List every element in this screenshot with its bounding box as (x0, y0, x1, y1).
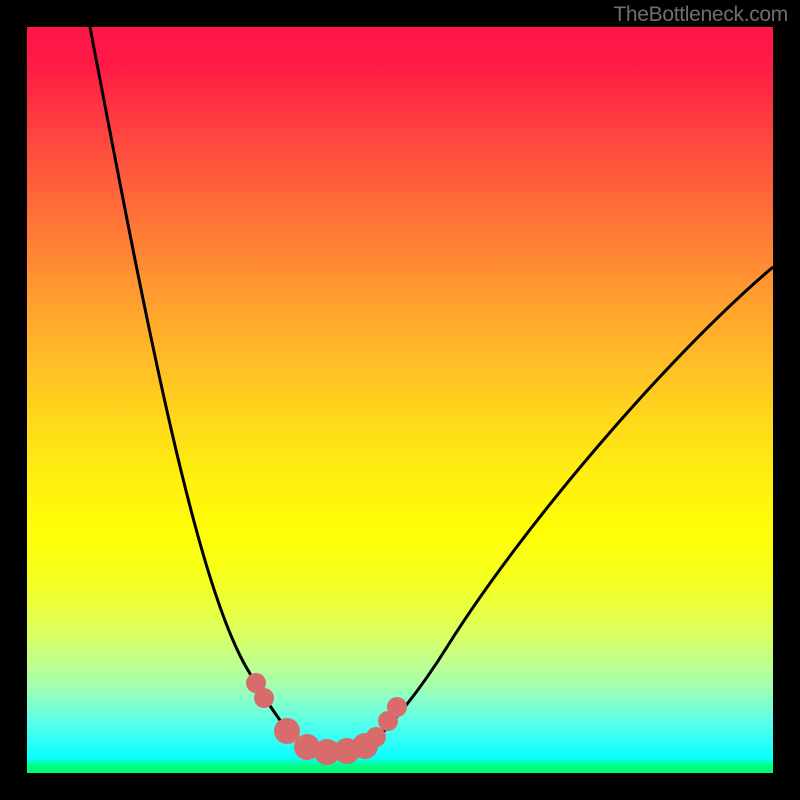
attribution-text: TheBottleneck.com (613, 3, 788, 27)
marker-dot (366, 727, 386, 747)
marker-group (246, 673, 407, 765)
curve-right (365, 267, 773, 748)
chart-svg (27, 27, 773, 773)
marker-dot (387, 697, 407, 717)
curve-left (90, 27, 309, 748)
marker-dot (254, 688, 274, 708)
